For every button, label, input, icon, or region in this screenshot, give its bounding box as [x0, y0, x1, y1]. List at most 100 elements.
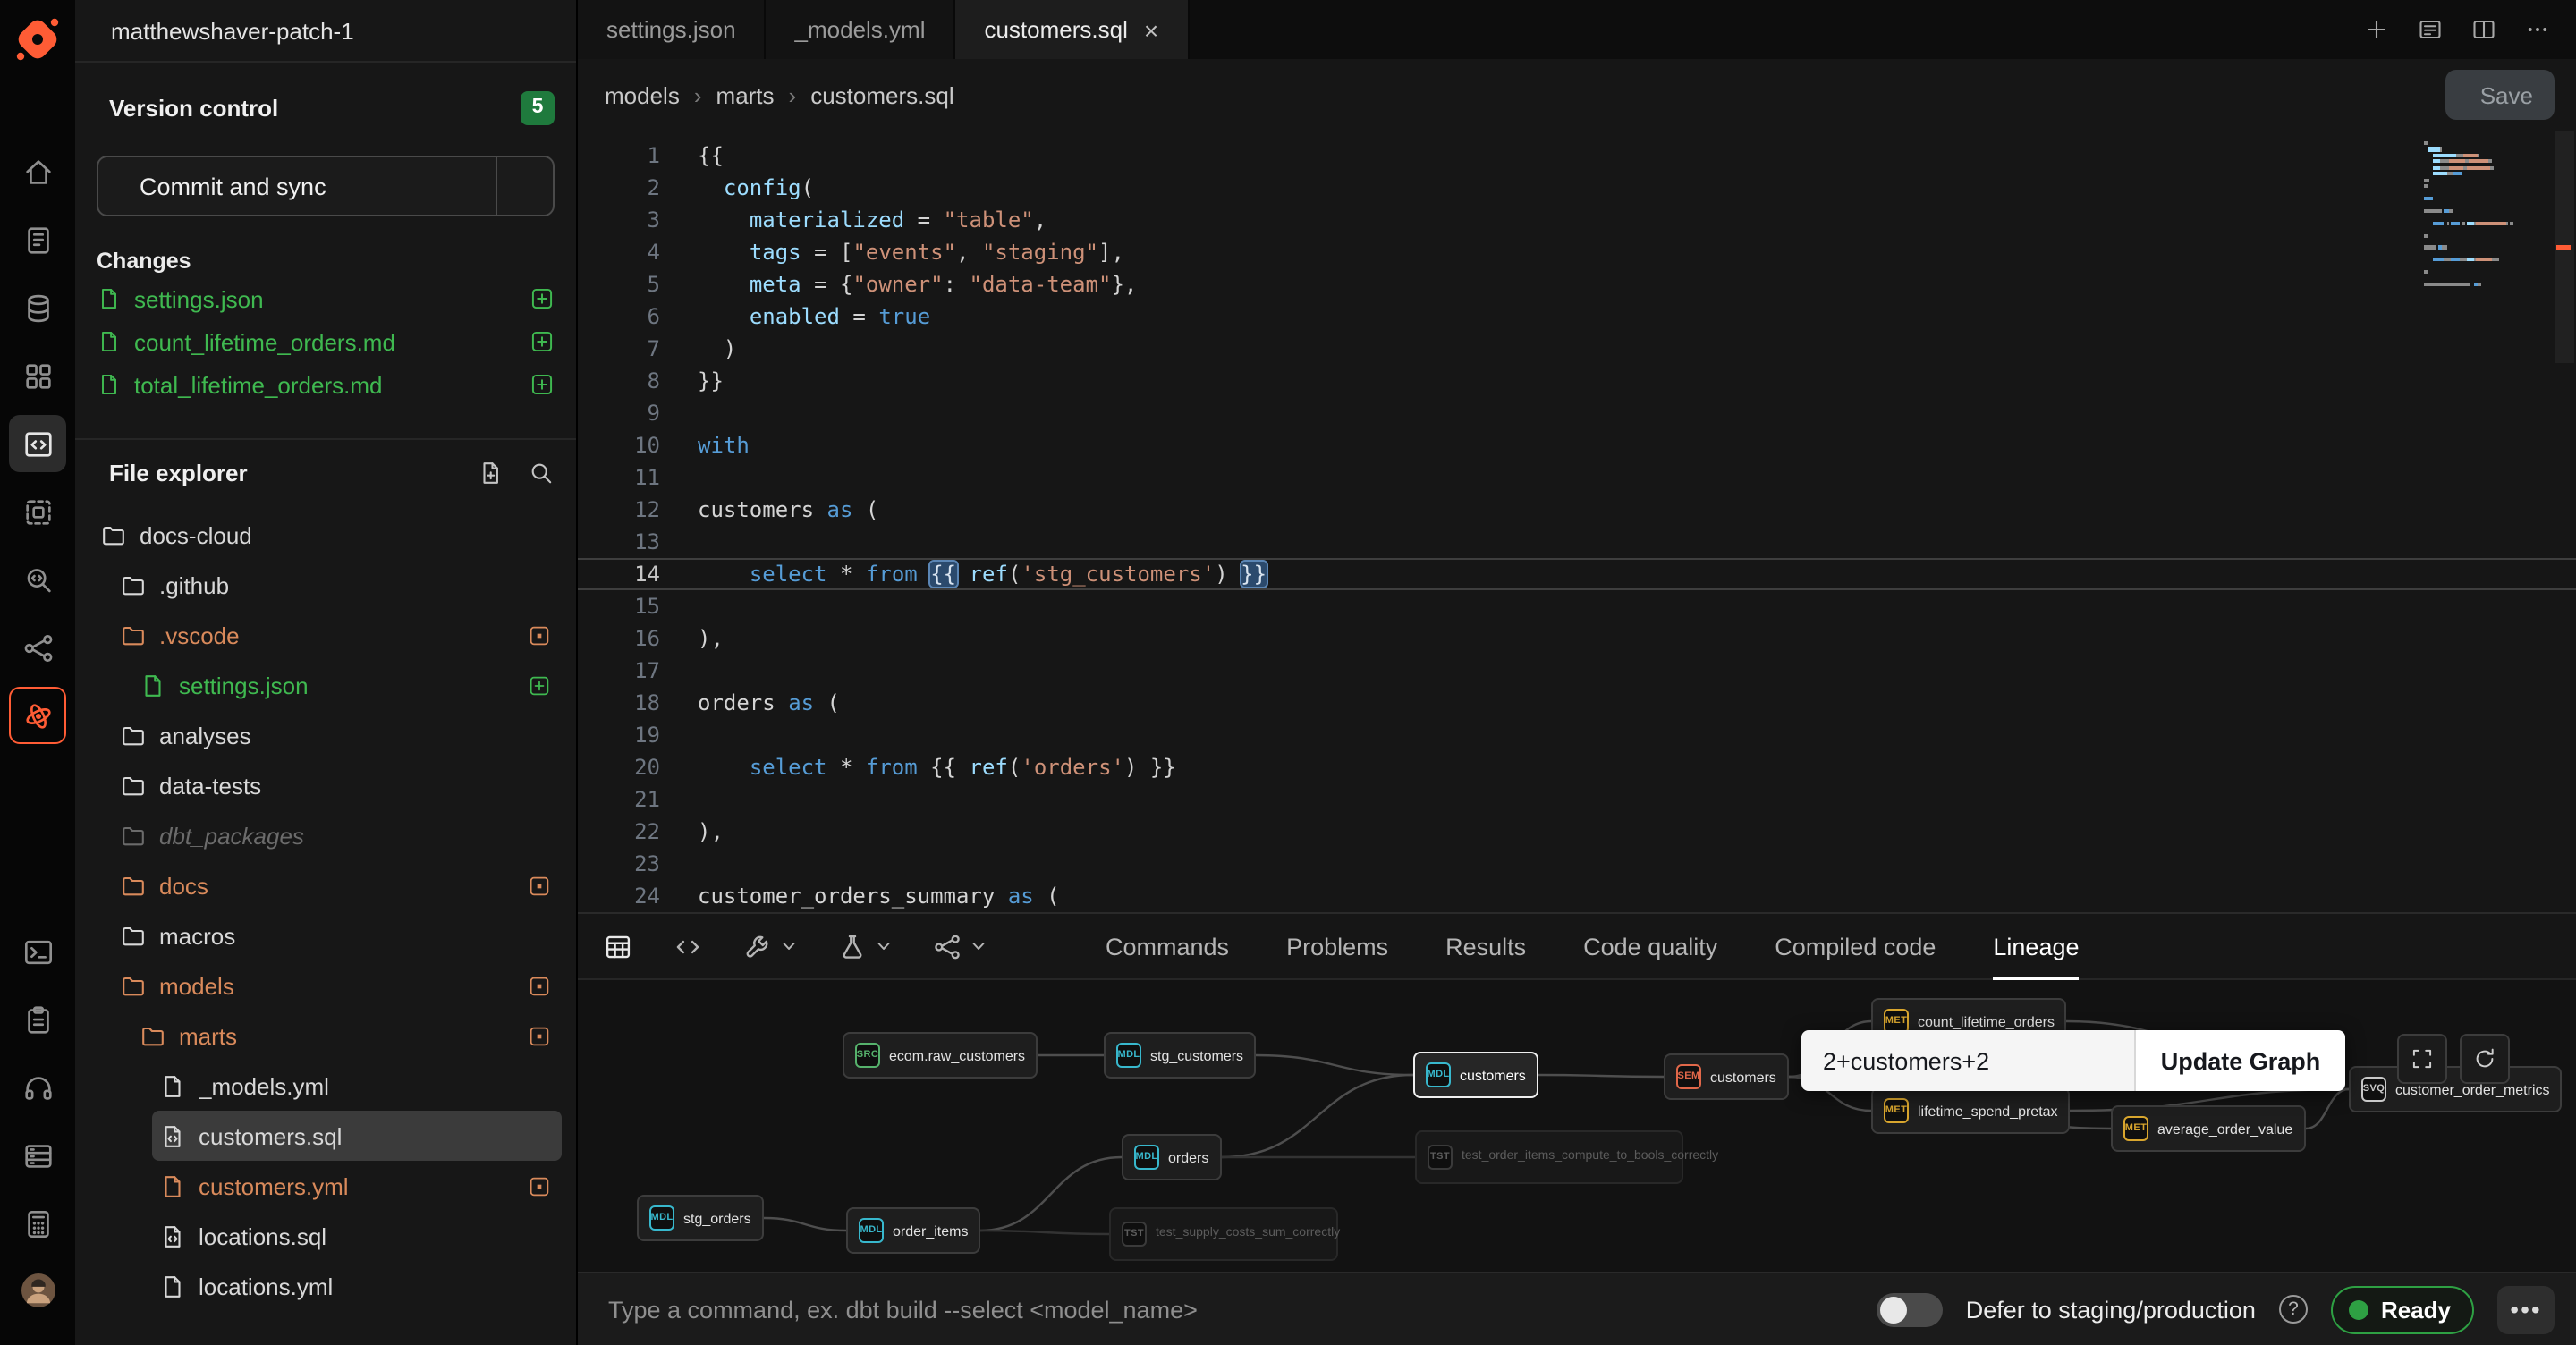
tree-item[interactable]: macros	[113, 910, 562, 960]
user-avatar[interactable]	[11, 1263, 64, 1316]
commit-options-dropdown[interactable]	[496, 157, 553, 215]
test-runner-icon[interactable]	[837, 931, 893, 961]
code-line[interactable]: 6 enabled = true	[578, 300, 2576, 333]
tree-item[interactable]: customers.yml	[152, 1161, 562, 1211]
lineage-canvas[interactable]: SRCecom.raw_customers MDLstg_customers MDL…	[578, 980, 2576, 1272]
code-line[interactable]: 17	[578, 655, 2576, 687]
lineage-node[interactable]: METlifetime_spend_pretax	[1871, 1087, 2071, 1134]
save-button[interactable]: Save	[2446, 70, 2555, 120]
lineage-node[interactable]: MDLstg_customers	[1104, 1032, 1256, 1079]
tree-item[interactable]: _models.yml	[152, 1061, 562, 1111]
code-line[interactable]: 3 materialized = "table",	[578, 204, 2576, 236]
code-line[interactable]: 14 select * from {{ ref('stg_customers')…	[578, 558, 2576, 590]
code-editor-icon[interactable]	[9, 415, 66, 472]
panel-tab-lineage[interactable]: Lineage	[1993, 914, 2079, 978]
code-line[interactable]: 2 config(	[578, 172, 2576, 204]
command-input[interactable]	[608, 1296, 1853, 1323]
database-icon[interactable]	[9, 279, 66, 336]
code-line[interactable]: 22),	[578, 816, 2576, 848]
code-line[interactable]: 21	[578, 783, 2576, 816]
home-icon[interactable]	[9, 143, 66, 200]
tree-item[interactable]: customers.sql	[152, 1111, 562, 1161]
build-tools-icon[interactable]	[742, 931, 798, 961]
headset-icon[interactable]	[9, 1059, 66, 1116]
new-file-icon[interactable]	[478, 460, 504, 486]
panel-tab-code-quality[interactable]: Code quality	[1583, 914, 1717, 978]
code-line[interactable]: 23	[578, 848, 2576, 880]
fullscreen-icon[interactable]	[2397, 1034, 2447, 1084]
code-view-icon[interactable]	[673, 931, 703, 961]
tree-item[interactable]: docs-cloud	[93, 510, 562, 560]
editor-tab[interactable]: _models.yml	[767, 0, 956, 59]
terminal-icon[interactable]	[9, 923, 66, 980]
add-tab-icon[interactable]	[2363, 16, 2390, 43]
lineage-node[interactable]: TSTtest_order_items_compute_to_bools_cor…	[1415, 1130, 1683, 1184]
search-icon[interactable]	[528, 460, 555, 486]
file-explorer-header[interactable]: File explorer	[75, 438, 576, 492]
code-line[interactable]: 19	[578, 719, 2576, 751]
commit-and-sync-button[interactable]: Commit and sync	[97, 156, 555, 216]
editor-tab[interactable]: settings.json	[578, 0, 767, 59]
lineage-node[interactable]: MDLorders	[1122, 1134, 1221, 1180]
minimap[interactable]	[2424, 141, 2546, 289]
code-line[interactable]: 5 meta = {"owner": "data-team"},	[578, 268, 2576, 300]
version-control-header[interactable]: Version control 5	[75, 80, 576, 134]
help-icon[interactable]: ?	[2279, 1295, 2308, 1324]
changed-file[interactable]: settings.json	[75, 277, 576, 320]
tree-item[interactable]: models	[113, 960, 562, 1011]
code-line[interactable]: 10with	[578, 429, 2576, 461]
defer-toggle[interactable]	[1877, 1292, 1943, 1326]
tree-item[interactable]: analyses	[113, 710, 562, 760]
lineage-node[interactable]: MDLcustomers	[1413, 1052, 1538, 1098]
breadcrumb-item[interactable]: customers.sql	[810, 81, 953, 108]
code-line[interactable]: 1{{	[578, 140, 2576, 172]
open-editors-icon[interactable]	[2417, 16, 2444, 43]
dbt-copilot-icon[interactable]	[9, 687, 66, 744]
panel-tab-compiled-code[interactable]: Compiled code	[1775, 914, 1936, 978]
tree-item[interactable]: docs	[113, 860, 562, 910]
layout-frame-icon[interactable]	[9, 483, 66, 540]
code-line[interactable]: 12customers as (	[578, 494, 2576, 526]
tree-item[interactable]: .vscode	[113, 610, 562, 660]
code-line[interactable]: 18orders as (	[578, 687, 2576, 719]
tree-item[interactable]: data-tests	[113, 760, 562, 810]
dbt-logo[interactable]	[9, 11, 66, 68]
lineage-node[interactable]: MDLstg_orders	[637, 1195, 764, 1241]
clipboard-icon[interactable]	[9, 991, 66, 1048]
code-line[interactable]: 20 select * from {{ ref('orders') }}	[578, 751, 2576, 783]
more-options-button[interactable]: •••	[2497, 1285, 2555, 1333]
editor-tab[interactable]: customers.sql×	[955, 0, 1189, 59]
close-icon[interactable]: ×	[1144, 17, 1158, 42]
code-line[interactable]: 16),	[578, 622, 2576, 655]
refresh-icon[interactable]	[2460, 1034, 2510, 1084]
search-code-icon[interactable]	[9, 551, 66, 608]
storage-icon[interactable]	[9, 1127, 66, 1184]
notebook-icon[interactable]	[9, 211, 66, 268]
lineage-node[interactable]: SRCecom.raw_customers	[843, 1032, 1038, 1079]
changed-file[interactable]: total_lifetime_orders.md	[75, 363, 576, 406]
tree-item[interactable]: dbt_packages	[113, 810, 562, 860]
editor-scrollbar[interactable]	[2551, 131, 2576, 912]
changed-file[interactable]: count_lifetime_orders.md	[75, 320, 576, 363]
breadcrumb-item[interactable]: models	[605, 81, 680, 108]
split-editor-icon[interactable]	[2470, 16, 2497, 43]
tree-item[interactable]: .github	[113, 560, 562, 610]
code-editor[interactable]: 1{{2 config(3 materialized = "table",4 t…	[578, 131, 2576, 912]
lineage-options-icon[interactable]	[932, 931, 987, 961]
panel-tab-results[interactable]: Results	[1445, 914, 1526, 978]
code-line[interactable]: 9	[578, 397, 2576, 429]
lineage-graph-icon[interactable]	[9, 619, 66, 676]
code-line[interactable]: 15	[578, 590, 2576, 622]
lineage-node[interactable]: MDLorder_items	[846, 1207, 981, 1254]
code-line[interactable]: 11	[578, 461, 2576, 494]
code-line[interactable]: 4 tags = ["events", "staging"],	[578, 236, 2576, 268]
tree-item[interactable]: marts	[132, 1011, 562, 1061]
apps-grid-icon[interactable]	[9, 347, 66, 404]
code-line[interactable]: 24customer_orders_summary as (	[578, 880, 2576, 912]
code-line[interactable]: 8}}	[578, 365, 2576, 397]
breadcrumb-item[interactable]: marts	[716, 81, 775, 108]
tree-item[interactable]: locations.yml	[152, 1261, 562, 1311]
tree-item[interactable]: settings.json	[132, 660, 562, 710]
code-line[interactable]: 7 )	[578, 333, 2576, 365]
lineage-node[interactable]: TSTtest_supply_costs_sum_correctly	[1109, 1207, 1338, 1261]
